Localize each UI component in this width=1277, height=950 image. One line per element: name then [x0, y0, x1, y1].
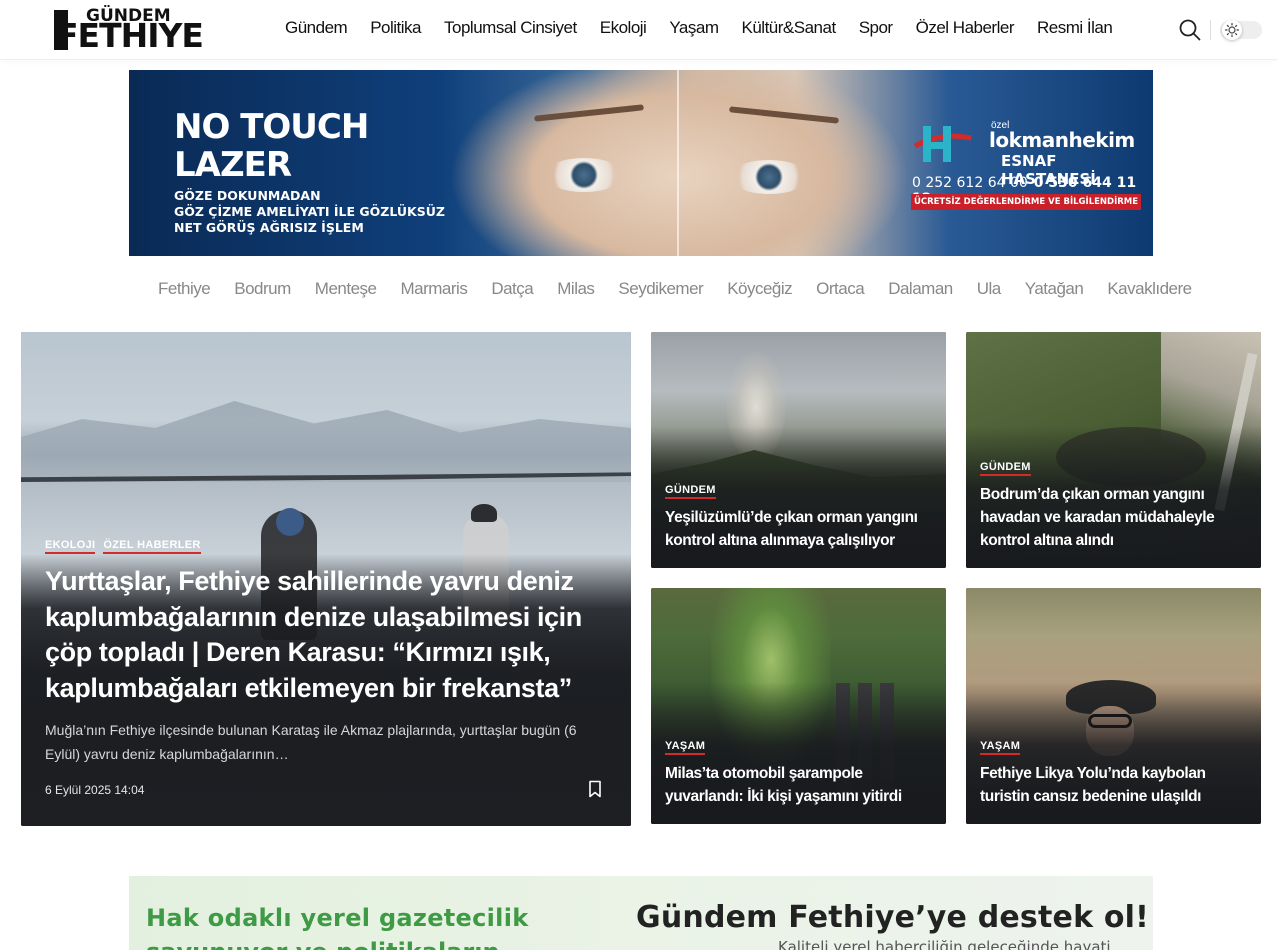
ad-notice: ÜCRETSİZ DEĞERLENDİRME VE BİLGİLENDİRME	[911, 194, 1141, 210]
story-title[interactable]: Milas’ta otomobil şarampole yuvarlandı: …	[665, 762, 935, 808]
featured-story-excerpt: Muğla’nın Fethiye ilçesinde bulunan Kara…	[45, 722, 577, 762]
hospital-name: lokmanhekim	[989, 128, 1135, 152]
nav-item-kultur-sanat[interactable]: Kültür&Sanat	[742, 18, 837, 38]
nav-item-ekoloji[interactable]: Ekoloji	[600, 18, 647, 38]
header-divider	[1210, 20, 1211, 40]
search-icon[interactable]	[1178, 18, 1202, 42]
category-tag[interactable]: GÜNDEM	[980, 461, 1031, 476]
featured-story-card[interactable]: EKOLOJI ÖZEL HABERLER Yurttaşlar, Fethiy…	[21, 332, 631, 826]
city-item-ula[interactable]: Ula	[977, 279, 1002, 299]
story-card[interactable]: GÜNDEM Bodrum’da çıkan orman yangını hav…	[966, 332, 1261, 568]
site-logo[interactable]: GÜNDEM FETHIYE	[54, 6, 224, 56]
featured-story-title[interactable]: Yurttaşlar, Fethiye sahillerinde yavru d…	[45, 564, 615, 706]
support-banner[interactable]: Hak odaklı yerel gazetecilik savunuyor v…	[129, 876, 1153, 950]
category-tag-ozel-haberler[interactable]: ÖZEL HABERLER	[103, 539, 201, 554]
city-item-seydikemer[interactable]: Seydikemer	[618, 279, 703, 299]
city-item-marmaris[interactable]: Marmaris	[400, 279, 467, 299]
ad-eye-left	[544, 158, 624, 192]
city-item-fethiye[interactable]: Fethiye	[158, 279, 211, 299]
story-card[interactable]: YAŞAM Fethiye Likya Yolu’nda kaybolan tu…	[966, 588, 1261, 824]
nav-item-gundem[interactable]: Gündem	[285, 18, 348, 38]
ad-subtext: GÖZE DOKUNMADAN GÖZ ÇİZME AMELİYATI İLE …	[174, 188, 445, 235]
city-nav: Fethiye Bodrum Menteşe Marmaris Datça Mi…	[158, 279, 1216, 299]
featured-story-categories: EKOLOJI ÖZEL HABERLER	[45, 539, 201, 554]
image-person-left-head	[276, 508, 304, 536]
logo-main-text: FETHIYE	[56, 16, 204, 55]
ad-face-image	[449, 70, 909, 256]
nav-item-ozel-haberler[interactable]: Özel Haberler	[916, 18, 1015, 38]
ad-headline: NO TOUCH LAZER	[174, 107, 369, 185]
city-item-datca[interactable]: Datça	[491, 279, 533, 299]
story-card[interactable]: GÜNDEM Yeşilüzümlü’de çıkan orman yangın…	[651, 332, 946, 568]
site-header: GÜNDEM FETHIYE Gündem Politika Toplumsal…	[0, 0, 1277, 60]
city-item-yatagan[interactable]: Yatağan	[1025, 279, 1084, 299]
city-item-mentese[interactable]: Menteşe	[315, 279, 377, 299]
nav-item-resmi-ilan[interactable]: Resmi İlan	[1037, 18, 1113, 38]
story-categories: YAŞAM	[980, 740, 1021, 755]
ad-banner[interactable]: NO TOUCH LAZER GÖZE DOKUNMADAN GÖZ ÇİZME…	[129, 70, 1153, 256]
city-item-kavaklidere[interactable]: Kavaklıdere	[1107, 279, 1192, 299]
support-tagline-2: savunuyor ve politikaların	[146, 938, 500, 950]
story-categories: GÜNDEM	[665, 484, 716, 499]
sun-icon[interactable]	[1222, 20, 1242, 40]
city-item-dalaman[interactable]: Dalaman	[888, 279, 953, 299]
featured-story-date: 6 Eylül 2025 14:04	[45, 783, 145, 797]
support-subtitle: Kaliteli yerel haberciliğin geleceğinde …	[778, 938, 1111, 950]
category-tag-ekoloji[interactable]: EKOLOJI	[45, 539, 96, 554]
image-person-right-hat	[471, 504, 497, 522]
story-categories: GÜNDEM	[980, 461, 1031, 476]
category-tag[interactable]: YAŞAM	[665, 740, 706, 755]
nav-item-toplumsal-cinsiyet[interactable]: Toplumsal Cinsiyet	[444, 18, 577, 38]
city-item-ortaca[interactable]: Ortaca	[816, 279, 865, 299]
ad-eye-right	[729, 160, 809, 194]
story-title[interactable]: Bodrum’da çıkan orman yangını havadan ve…	[980, 483, 1250, 552]
category-tag[interactable]: YAŞAM	[980, 740, 1021, 755]
main-nav: Gündem Politika Toplumsal Cinsiyet Ekolo…	[285, 18, 1135, 38]
story-card[interactable]: YAŞAM Milas’ta otomobil şarampole yuvarl…	[651, 588, 946, 824]
nav-item-spor[interactable]: Spor	[859, 18, 893, 38]
city-item-bodrum[interactable]: Bodrum	[234, 279, 291, 299]
city-item-koycegiz[interactable]: Köyceğiz	[727, 279, 792, 299]
city-item-milas[interactable]: Milas	[557, 279, 595, 299]
ad-split-line	[677, 70, 679, 256]
story-title[interactable]: Yeşilüzümlü’de çıkan orman yangını kontr…	[665, 506, 935, 552]
category-tag[interactable]: GÜNDEM	[665, 484, 716, 499]
nav-item-politika[interactable]: Politika	[370, 18, 421, 38]
nav-item-yasam[interactable]: Yaşam	[669, 18, 719, 38]
hospital-logo-icon	[911, 122, 973, 168]
bookmark-icon[interactable]	[588, 780, 602, 798]
story-title[interactable]: Fethiye Likya Yolu’nda kaybolan turistin…	[980, 762, 1250, 808]
story-categories: YAŞAM	[665, 740, 706, 755]
support-tagline: Hak odaklı yerel gazetecilik	[146, 904, 529, 932]
phone-1: 0 252 612 64 00	[912, 175, 1028, 191]
support-title: Gündem Fethiye’ye destek ol!	[636, 900, 1150, 935]
